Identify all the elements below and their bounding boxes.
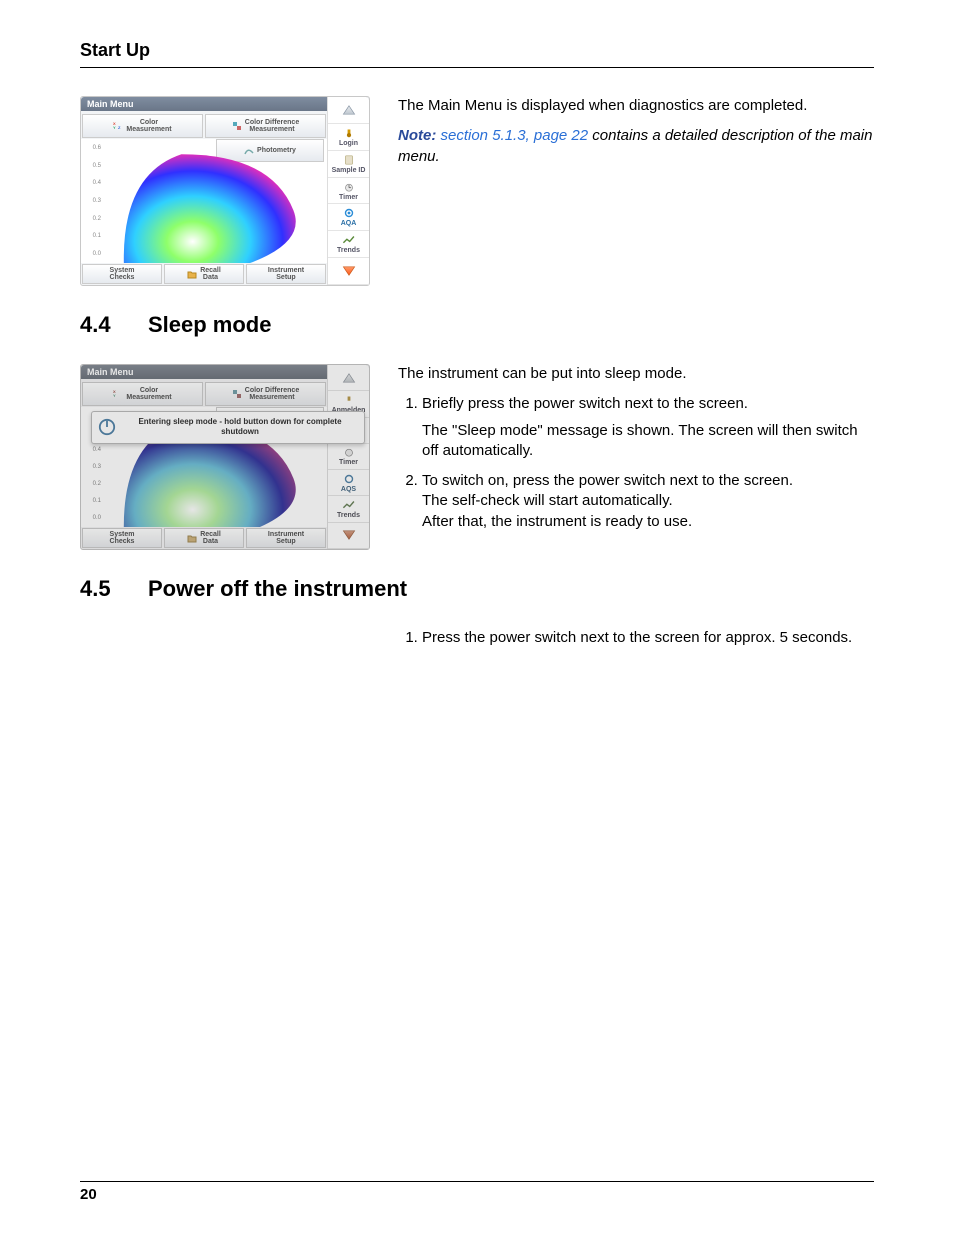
sleep-mode-text: The instrument can be put into sleep mod…	[398, 364, 874, 550]
sample-id-button[interactable]: Sample ID	[328, 151, 369, 178]
sleep-mode-steps: Briefly press the power switch next to t…	[398, 394, 874, 532]
heading-number: 4.4	[80, 312, 126, 338]
step-2: To switch on, press the power switch nex…	[422, 471, 874, 532]
heading-4-5: 4.5 Power off the instrument	[80, 576, 874, 602]
power-off-steps: Press the power switch next to the scree…	[398, 628, 874, 648]
sleep-mode-dialog-text: Entering sleep mode - hold button down f…	[122, 417, 358, 438]
screenshot-body: XY Color Measurement Color Difference Me…	[81, 381, 327, 527]
window-titlebar: Main Menu	[81, 365, 369, 379]
step-1: Press the power switch next to the scree…	[422, 628, 874, 648]
page-number: 20	[80, 1186, 874, 1203]
trends-button[interactable]: Trends	[328, 496, 369, 522]
footer-rule	[80, 1181, 874, 1182]
intro-note: Note: section 5.1.3, page 22 contains a …	[398, 126, 874, 167]
bottom-bar: System Checks Recall Data Instrument Set…	[81, 263, 327, 285]
timer-button[interactable]: Timer	[328, 178, 369, 205]
svg-text:Y: Y	[113, 393, 116, 398]
row-main-menu: Main Menu Login Sample ID Timer AQA Tren…	[80, 96, 874, 286]
step-1-detail: The "Sleep mode" message is shown. The s…	[422, 421, 874, 462]
heading-title: Power off the instrument	[148, 576, 407, 602]
heading-title: Sleep mode	[148, 312, 271, 338]
row-power-off: Press the power switch next to the scree…	[80, 628, 874, 658]
bottom-bar: System Checks Recall Data Instrument Set…	[81, 527, 327, 549]
scroll-down-button[interactable]	[328, 523, 369, 549]
heading-4-4: 4.4 Sleep mode	[80, 312, 874, 338]
cie-chromaticity-icon	[103, 143, 327, 263]
intro-text: The Main Menu is displayed when diagnost…	[398, 96, 874, 286]
right-toolbar: Anmelden Proben-ID Timer AQS Trends	[327, 365, 369, 549]
sleep-mode-dialog: Entering sleep mode - hold button down f…	[91, 411, 365, 444]
figure-main-menu: Main Menu Login Sample ID Timer AQA Tren…	[80, 96, 370, 286]
xyz-icon: XYZ	[113, 121, 123, 131]
tile-instrument-setup[interactable]: Instrument Setup	[246, 264, 326, 284]
row-sleep-mode: Main Menu Anmelden Proben-ID Timer AQS T…	[80, 364, 874, 550]
sleep-mode-p1: The instrument can be put into sleep mod…	[398, 364, 874, 384]
scroll-up-button[interactable]	[328, 97, 369, 124]
chart-area: 0.6 0.5 0.4 0.3 0.2 0.1 0.0 Photometry	[81, 139, 327, 263]
note-link: section 5.1.3, page 22	[441, 127, 589, 144]
tile-system-checks[interactable]: System Checks	[82, 264, 162, 284]
tile-color-difference[interactable]: Color Difference Measurement	[205, 382, 326, 406]
screenshot-body: XYZ Color Measurement Color Difference M…	[81, 113, 327, 263]
login-button[interactable]: Login	[328, 124, 369, 151]
trends-button[interactable]: Trends	[328, 231, 369, 258]
screenshot-sleep-mode: Main Menu Anmelden Proben-ID Timer AQS T…	[80, 364, 370, 550]
aqa-button[interactable]: AQS	[328, 470, 369, 496]
xyz-icon: XY	[113, 389, 123, 399]
figure-placeholder	[80, 628, 370, 658]
step-1: Briefly press the power switch next to t…	[422, 394, 874, 461]
tile-color-measurement[interactable]: XYZ Color Measurement	[82, 114, 203, 138]
note-lead: Note:	[398, 127, 441, 144]
section-name: Start Up	[80, 40, 874, 61]
tile-recall-data[interactable]: Recall Data	[164, 528, 244, 548]
tile-recall-data[interactable]: Recall Data	[164, 264, 244, 284]
folder-icon	[187, 533, 197, 543]
svg-text:Z: Z	[118, 125, 121, 130]
figure-sleep-mode: Main Menu Anmelden Proben-ID Timer AQS T…	[80, 364, 370, 550]
swatches-icon	[232, 121, 242, 131]
tile-instrument-setup[interactable]: Instrument Setup	[246, 528, 326, 548]
tile-color-measurement[interactable]: XY Color Measurement	[82, 382, 203, 406]
swatches-icon	[232, 389, 242, 399]
heading-number: 4.5	[80, 576, 126, 602]
header-rule	[80, 67, 874, 68]
running-header: Start Up	[80, 40, 874, 68]
top-tiles: XY Color Measurement Color Difference Me…	[81, 381, 327, 407]
scroll-up-button[interactable]	[328, 365, 369, 391]
power-icon	[98, 418, 116, 436]
y-axis: 0.6 0.5 0.4 0.3 0.2 0.1 0.0	[81, 139, 103, 263]
intro-p1: The Main Menu is displayed when diagnost…	[398, 96, 874, 116]
timer-button[interactable]: Timer	[328, 444, 369, 470]
window-titlebar: Main Menu	[81, 97, 369, 111]
top-tiles: XYZ Color Measurement Color Difference M…	[81, 113, 327, 139]
scroll-down-button[interactable]	[328, 258, 369, 285]
right-toolbar: Login Sample ID Timer AQA Trends	[327, 97, 369, 285]
power-off-text: Press the power switch next to the scree…	[398, 628, 874, 658]
tile-system-checks[interactable]: System Checks	[82, 528, 162, 548]
folder-icon	[187, 269, 197, 279]
page-footer: 20	[80, 1181, 874, 1203]
aqa-button[interactable]: AQA	[328, 204, 369, 231]
screenshot-main-menu: Main Menu Login Sample ID Timer AQA Tren…	[80, 96, 370, 286]
svg-text:Y: Y	[113, 125, 116, 130]
tile-color-difference[interactable]: Color Difference Measurement	[205, 114, 326, 138]
